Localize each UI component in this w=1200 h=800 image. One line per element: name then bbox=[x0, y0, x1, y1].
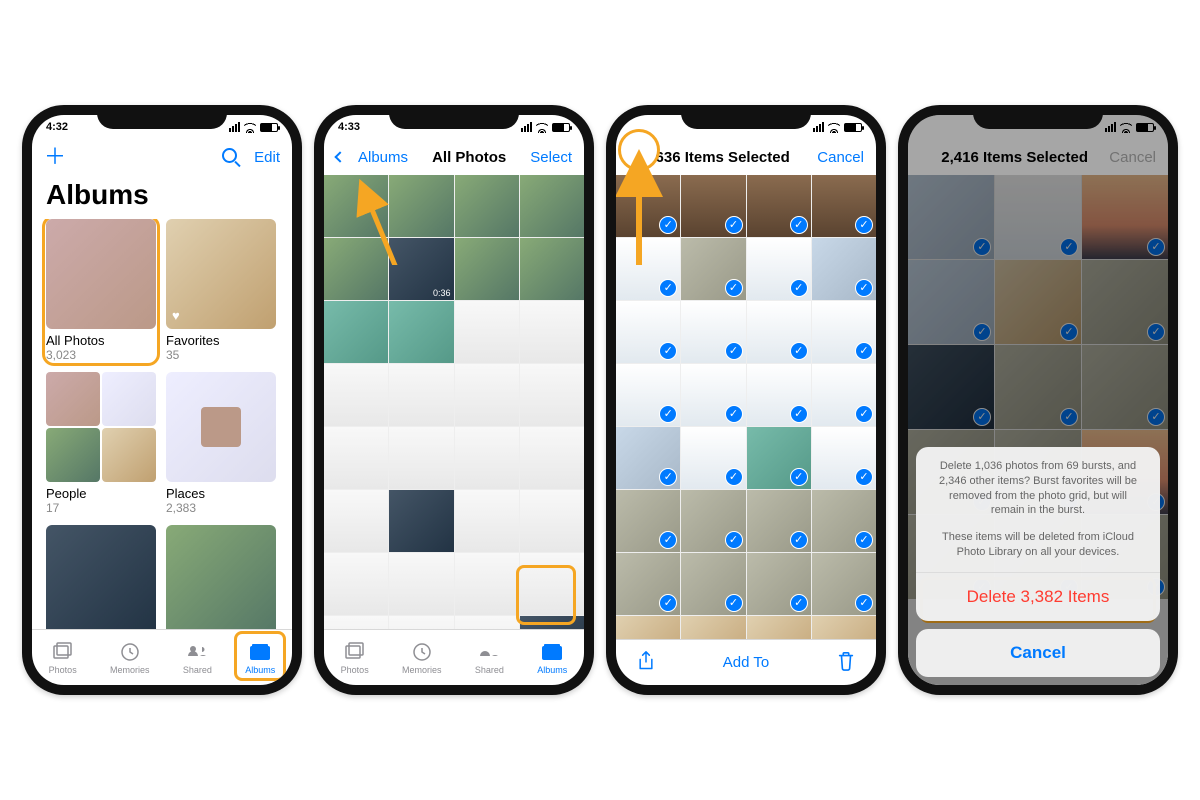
phone-4-delete-sheet: 2,416 Items Selected Cancel Delete 1,036… bbox=[898, 105, 1178, 695]
album-count: 2,383 bbox=[166, 501, 276, 515]
memories-icon bbox=[119, 641, 141, 663]
cancel-action[interactable]: Cancel bbox=[916, 629, 1160, 677]
albums-grid[interactable]: All Photos 3,023 ♥ Favorites 35 People 1… bbox=[32, 219, 292, 629]
trash-icon bbox=[836, 651, 856, 671]
notch bbox=[97, 105, 227, 129]
status-time: 4:33 bbox=[338, 121, 360, 133]
album-people[interactable]: People 17 bbox=[46, 372, 156, 515]
heart-icon: ♥ bbox=[172, 308, 180, 323]
page-title: Albums bbox=[32, 175, 292, 219]
sheet-message-1: Delete 1,036 photos from 69 bursts, and … bbox=[916, 447, 1160, 530]
album-label: All Photos bbox=[46, 333, 156, 348]
tab-bar: Photos Memories Shared Albums bbox=[324, 629, 584, 685]
delete-action[interactable]: Delete 3,382 Items bbox=[916, 572, 1160, 621]
screen-delete-confirm: 2,416 Items Selected Cancel Delete 1,036… bbox=[908, 115, 1168, 685]
tab-memories[interactable]: Memories bbox=[402, 641, 442, 675]
notch bbox=[681, 105, 811, 129]
signal-icon bbox=[813, 122, 824, 132]
album-label: Favorites bbox=[166, 333, 276, 348]
battery-icon bbox=[260, 123, 278, 132]
delete-button[interactable] bbox=[836, 651, 856, 675]
share-button[interactable] bbox=[636, 651, 656, 675]
selection-toolbar: Add To bbox=[616, 639, 876, 685]
nav-bar: Albums All Photos Select bbox=[324, 139, 584, 175]
shared-icon bbox=[185, 641, 209, 663]
album-count: 35 bbox=[166, 348, 276, 362]
photo-grid[interactable]: 0:36 bbox=[324, 175, 584, 629]
signal-icon bbox=[521, 122, 532, 132]
action-sheet-cancel: Cancel bbox=[916, 629, 1160, 677]
highlight-scroll-top bbox=[618, 129, 660, 171]
wifi-icon bbox=[536, 121, 548, 133]
cancel-button[interactable]: Cancel bbox=[817, 149, 864, 166]
album-count: 17 bbox=[46, 501, 156, 515]
album-favorites[interactable]: ♥ Favorites 35 bbox=[166, 219, 276, 362]
select-button[interactable]: Select bbox=[530, 149, 572, 166]
album-extra-2[interactable] bbox=[166, 525, 276, 629]
tab-photos[interactable]: Photos bbox=[341, 641, 369, 675]
album-count: 3,023 bbox=[46, 348, 156, 362]
tab-shared[interactable]: Shared bbox=[475, 641, 504, 675]
album-places[interactable]: Places 2,383 bbox=[166, 372, 276, 515]
notch bbox=[389, 105, 519, 129]
nav-title: All Photos bbox=[432, 149, 506, 166]
album-label: People bbox=[46, 486, 156, 501]
share-icon bbox=[636, 651, 656, 671]
notch bbox=[973, 105, 1103, 129]
sheet-message-2: These items will be deleted from iCloud … bbox=[916, 530, 1160, 572]
wifi-icon bbox=[244, 121, 256, 133]
battery-icon bbox=[844, 123, 862, 132]
tab-shared[interactable]: Shared bbox=[183, 641, 212, 675]
add-to-button[interactable]: Add To bbox=[723, 654, 769, 671]
album-extra-1[interactable] bbox=[46, 525, 156, 629]
nav-bar: ＋ Edit bbox=[32, 139, 292, 175]
selection-count: 636 Items Selected bbox=[656, 149, 790, 166]
signal-icon bbox=[229, 122, 240, 132]
tab-memories[interactable]: Memories bbox=[110, 641, 150, 675]
screen-selection: 636 Items Selected Cancel Add To bbox=[616, 115, 876, 685]
highlight-last-photo bbox=[516, 565, 576, 625]
chevron-left-icon bbox=[334, 151, 345, 162]
wifi-icon bbox=[828, 121, 840, 133]
phone-2-all-photos: 4:33 Albums All Photos Select 0:36 bbox=[314, 105, 594, 695]
action-sheet: Delete 1,036 photos from 69 bursts, and … bbox=[916, 447, 1160, 621]
edit-button[interactable]: Edit bbox=[254, 149, 280, 166]
search-button[interactable] bbox=[222, 148, 240, 166]
photos-icon bbox=[52, 641, 74, 663]
video-duration: 0:36 bbox=[433, 288, 451, 298]
status-time: 4:32 bbox=[46, 121, 68, 133]
album-label: Places bbox=[166, 486, 276, 501]
tab-albums[interactable]: Albums bbox=[537, 641, 567, 675]
tab-photos[interactable]: Photos bbox=[49, 641, 77, 675]
action-sheet-overlay: Delete 1,036 photos from 69 bursts, and … bbox=[908, 115, 1168, 685]
phone-3-selection: 636 Items Selected Cancel Add To bbox=[606, 105, 886, 695]
highlight-albums-tab bbox=[234, 631, 286, 681]
add-album-button[interactable]: ＋ bbox=[44, 146, 66, 168]
screen-all-photos: 4:33 Albums All Photos Select 0:36 bbox=[324, 115, 584, 685]
battery-icon bbox=[552, 123, 570, 132]
phone-1-albums: 4:32 ＋ Edit Albums All Photos 3,023 bbox=[22, 105, 302, 695]
album-all-photos[interactable]: All Photos 3,023 bbox=[46, 219, 156, 362]
screen-albums: 4:32 ＋ Edit Albums All Photos 3,023 bbox=[32, 115, 292, 685]
photo-grid-selected[interactable] bbox=[616, 175, 876, 639]
back-button[interactable]: Albums bbox=[336, 149, 408, 166]
